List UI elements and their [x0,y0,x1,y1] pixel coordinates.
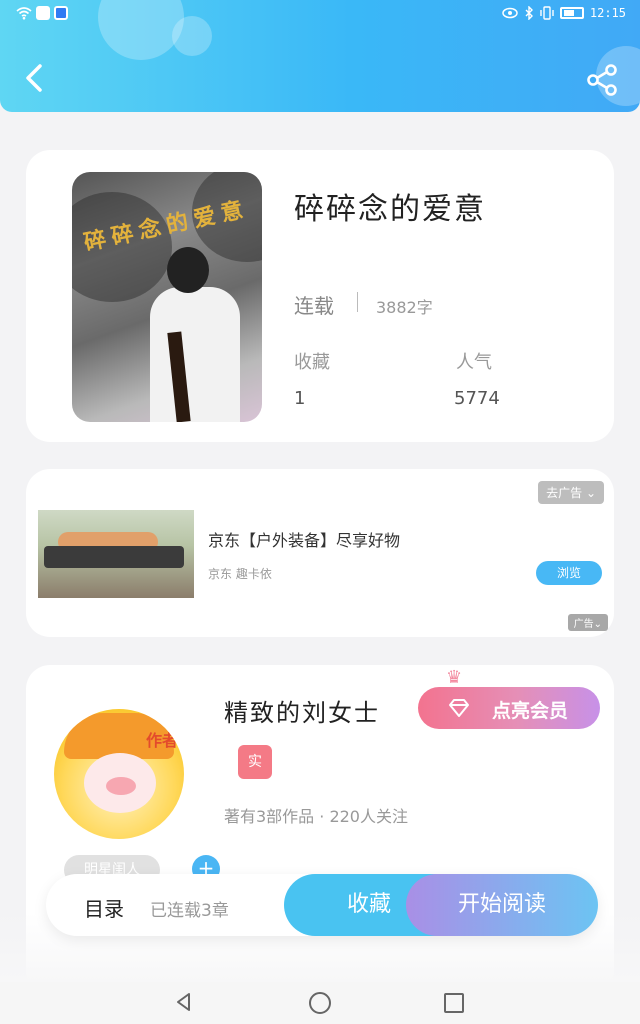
status-time: 12:15 [589,6,626,20]
table-of-contents-button[interactable]: 目录 [84,893,124,922]
remove-ads-button[interactable]: 去广告 ⌄ [538,481,604,504]
divider [357,292,358,312]
ad-browse-button[interactable]: 浏览 [536,561,602,585]
ad-image-cot [44,546,184,568]
crown-icon: ♛ [446,667,463,688]
popularity-value: 5774 [454,388,500,409]
avatar-pig-nose [106,777,136,795]
bottom-action-bar: 目录 已连载3章 收藏 开始阅读 [46,874,598,936]
ad-image[interactable] [38,510,194,598]
nav-back-icon[interactable] [174,992,194,1012]
notification-app-icon [54,6,68,20]
author-name: 精致的刘女士 [224,699,380,727]
author-works-count: 著有3部作品 · 220人关注 [224,807,408,826]
book-info-card: 碎碎念的爱意 碎碎念的爱意 连载 3882字 收藏 人气 1 5774 [26,150,614,442]
cover-figure-head [167,247,209,293]
share-icon[interactable] [584,62,620,98]
cat-app-icon [36,6,50,20]
ad-title[interactable]: 京东【户外装备】尽享好物 [208,527,400,551]
nav-recent-apps-icon[interactable] [444,993,464,1013]
chapter-count: 已连载3章 [150,901,229,921]
bluetooth-icon [525,6,533,20]
diamond-icon [449,699,469,717]
favorites-value: 1 [294,388,306,409]
start-reading-button[interactable]: 开始阅读 [406,874,598,936]
back-arrow-icon[interactable] [20,60,50,96]
book-title: 碎碎念的爱意 [294,192,486,227]
system-navigation-bar [0,982,640,1024]
battery-icon [559,7,584,19]
eye-icon [502,7,518,19]
word-count: 3882字 [376,298,433,317]
nav-home-icon[interactable] [309,992,331,1014]
vibrate-icon [540,6,554,20]
wifi-icon [16,7,32,20]
ad-source: 京东 趣卡依 [208,567,272,581]
serial-status: 连载 [294,294,334,318]
ad-card[interactable]: 去广告 ⌄ 京东【户外装备】尽享好物 京东 趣卡依 浏览 广告⌄ [26,469,614,637]
ad-badge[interactable]: 广告⌄ [567,614,608,631]
popularity-label: 人气 [456,352,492,373]
cover-figure-body [150,287,240,422]
activate-vip-button[interactable]: ♛ 点亮会员 [418,667,600,729]
favorites-label: 收藏 [294,352,330,373]
verified-badge: 实 [238,745,272,779]
app-header: 12:15 [0,0,640,112]
vip-label: 点亮会员 [492,700,569,722]
avatar-author-label: 作者 [146,731,179,750]
status-bar: 12:15 [0,4,640,26]
author-avatar[interactable]: 作者 [54,709,184,839]
book-cover[interactable]: 碎碎念的爱意 [72,172,262,422]
